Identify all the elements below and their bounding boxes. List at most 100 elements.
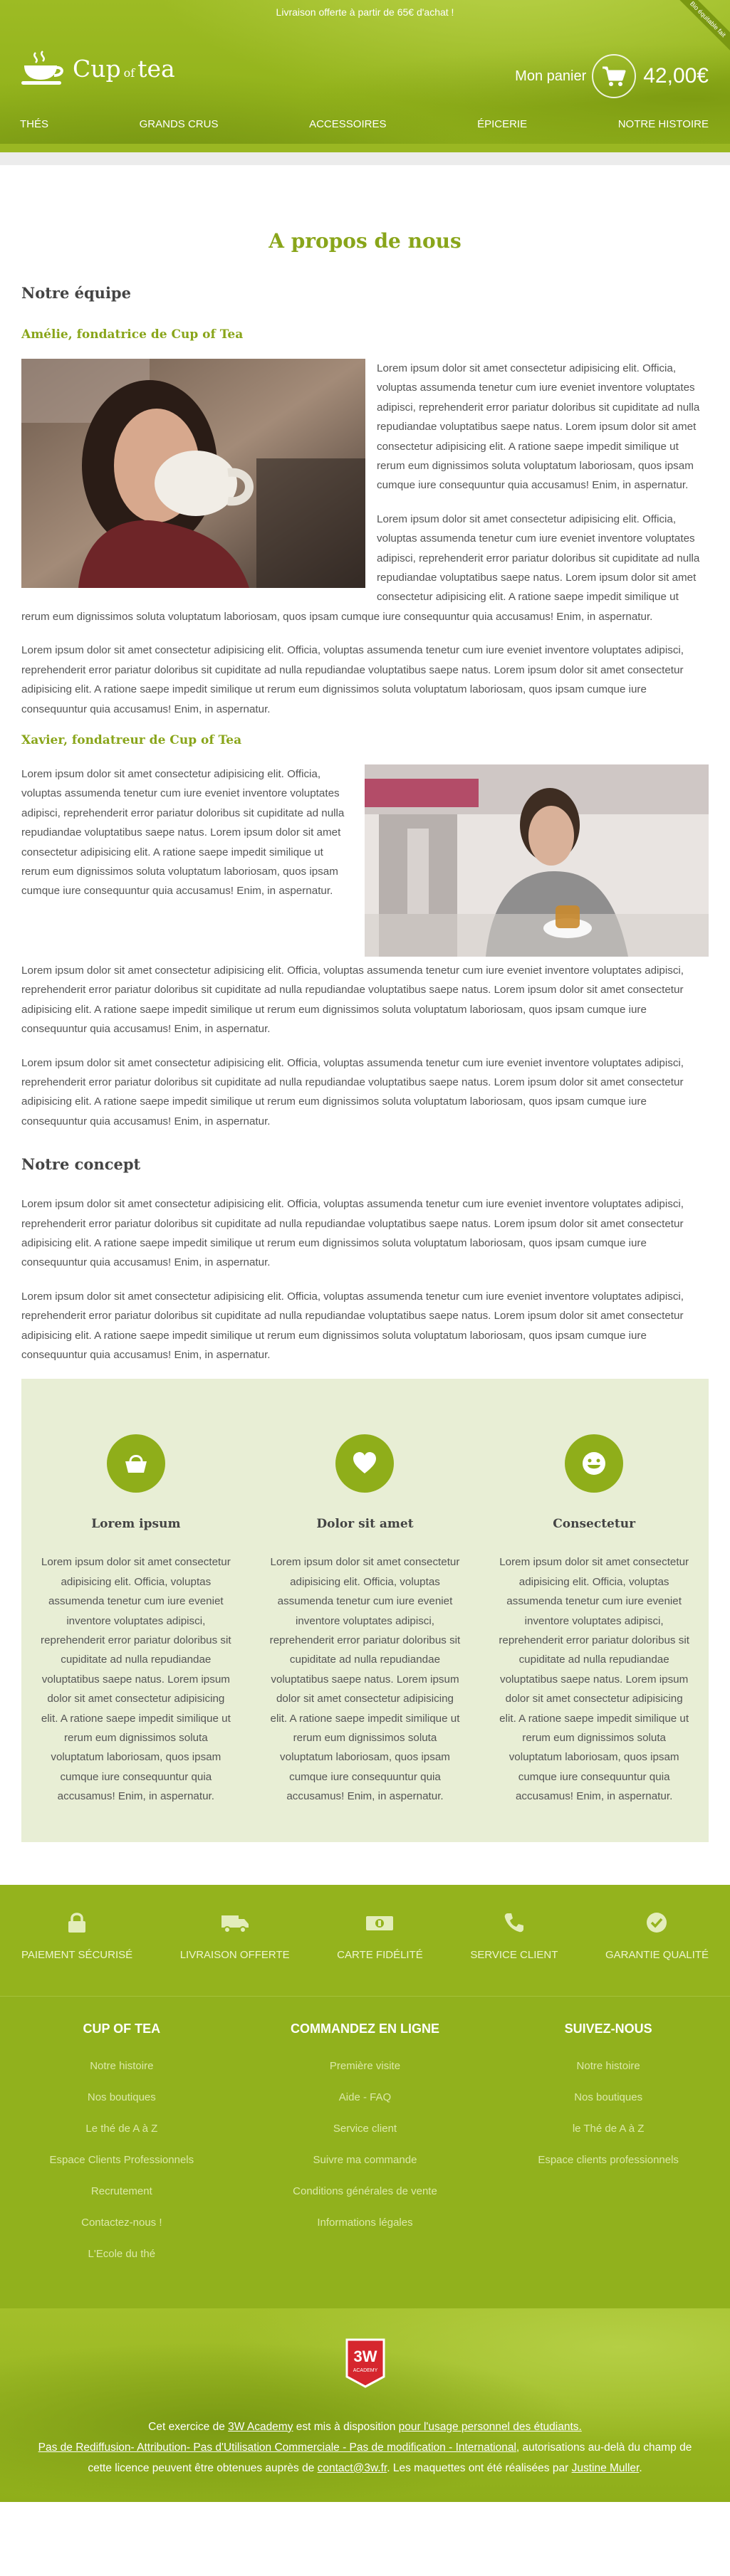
credits-link-usage[interactable]: pour l'usage personnel des étudiants. (399, 2421, 582, 2433)
lock-icon (68, 1912, 86, 1933)
footer-column-suivez-nous: SUIVEZ-NOUS Notre histoire Nos boutiques… (501, 2022, 715, 2308)
feature-title: Dolor sit amet (316, 1517, 414, 1532)
services-bar: PAIEMENT SÉCURISÉ LIVRAISON OFFERTE CART… (0, 1884, 730, 1996)
nav-item-thes[interactable]: THÉS (20, 118, 48, 140)
cart-amount: 42,00€ (643, 64, 709, 88)
feature-title: Consectetur (553, 1517, 636, 1532)
footer-link[interactable]: Notre histoire (501, 2059, 715, 2073)
badge-academy: ACADEMY (353, 2368, 377, 2373)
nav-item-accessoires[interactable]: ACCESSOIRES (309, 118, 386, 140)
promo-bar: Livraison offerte à partir de 65€ d'acha… (0, 0, 730, 24)
smiley-icon (565, 1434, 624, 1493)
footer-link[interactable]: Nos boutiques (15, 2091, 229, 2105)
footer-link[interactable]: Première visite (258, 2059, 471, 2073)
cart-label[interactable]: Mon panier (515, 68, 586, 85)
phone-icon (504, 1913, 523, 1932)
feature-title: Lorem ipsum (91, 1517, 181, 1532)
credits-text-1: Cet exercice de (148, 2420, 229, 2433)
footer-link[interactable]: le Thé de A à Z (501, 2122, 715, 2136)
footer-column-title: COMMANDEZ EN LIGNE (290, 2021, 439, 2036)
amelie-photo (21, 359, 365, 588)
credits-link-license[interactable]: Pas de Rediffusion- Attribution- Pas d'U… (38, 2441, 516, 2454)
feature-card: Lorem ipsum Lorem ipsum dolor sit amet c… (40, 1434, 232, 1806)
site-header: Livraison offerte à partir de 65€ d'acha… (0, 0, 730, 165)
footer-link[interactable]: Espace clients professionnels (501, 2153, 715, 2167)
footer-links: CUP OF TEA Notre histoire Nos boutiques … (0, 1995, 730, 2308)
card-icon (366, 1915, 394, 1930)
amelie-heading: Amélie, fondatrice de Cup of Tea (21, 327, 244, 342)
site-footer: PAIEMENT SÉCURISÉ LIVRAISON OFFERTE CART… (0, 1884, 730, 2502)
concept-heading: Notre concept (21, 1155, 141, 1174)
truck-icon (221, 1915, 249, 1933)
credits-text: Cet exercice de 3W Academy est mis à dis… (0, 2417, 730, 2478)
logo-word-of: of (123, 66, 135, 80)
nav-item-notre-histoire[interactable]: NOTRE HISTOIRE (618, 118, 709, 140)
footer-link[interactable]: Suivre ma commande (258, 2153, 471, 2167)
credits-text-4: . Les maquettes ont été réalisées par (387, 2461, 572, 2474)
xavier-heading: Xavier, fondatreur de Cup of Tea (21, 732, 242, 747)
badge-3w: 3W (353, 2348, 377, 2365)
feature-text: Lorem ipsum dolor sit amet consectetur a… (41, 1556, 231, 1803)
footer-link[interactable]: Notre histoire (15, 2059, 229, 2073)
footer-link[interactable]: Nos boutiques (501, 2091, 715, 2105)
footer-link[interactable]: Service client (258, 2122, 471, 2136)
feature-text: Lorem ipsum dolor sit amet consectetur a… (499, 1556, 689, 1803)
service-label: PAIEMENT SÉCURISÉ (21, 1948, 133, 1961)
service-item: SERVICE CLIENT (470, 1885, 558, 1996)
nav-item-epicerie[interactable]: ÉPICERIE (477, 118, 527, 140)
service-label: CARTE FIDÉLITÉ (337, 1948, 423, 1961)
brand-row: Cup of tea Mon panier 42,00€ (0, 24, 730, 102)
heart-icon (335, 1434, 395, 1493)
footer-link[interactable]: Espace Clients Professionnels (15, 2153, 229, 2167)
cart-icon (603, 66, 626, 86)
footer-link[interactable]: Le thé de A à Z (15, 2122, 229, 2136)
page-title: A propos de nous (268, 229, 462, 253)
feature-text: Lorem ipsum dolor sit amet consectetur a… (269, 1556, 461, 1803)
service-label: LIVRAISON OFFERTE (179, 1948, 290, 1961)
amelie-paragraph-3: Lorem ipsum dolor sit amet consectetur a… (21, 644, 684, 715)
footer-link[interactable]: Informations légales (258, 2216, 471, 2230)
footer-column-commandez: COMMANDEZ EN LIGNE Première visite Aide … (258, 2022, 471, 2308)
credits-link-email[interactable]: contact@3w.fr (318, 2462, 387, 2474)
xavier-paragraph-3: Lorem ipsum dolor sit amet consectetur a… (21, 1056, 684, 1127)
credits-text-5: . (639, 2461, 642, 2474)
footer-link[interactable]: Contactez-nous ! (15, 2216, 229, 2230)
service-label: GARANTIE QUALITÉ (605, 1948, 709, 1961)
credits-link-author[interactable]: Justine Muller (572, 2462, 640, 2474)
main-nav: THÉS GRANDS CRUS ACCESSOIRES ÉPICERIE NO… (0, 118, 730, 140)
xavier-photo (365, 764, 709, 957)
service-item: CARTE FIDÉLITÉ (337, 1885, 423, 1996)
concept-paragraph-1: Lorem ipsum dolor sit amet consectetur a… (21, 1198, 684, 1269)
feature-card: Dolor sit amet Lorem ipsum dolor sit ame… (268, 1434, 461, 1806)
footer-column-title: CUP OF TEA (83, 2021, 161, 2036)
footer-column-cup-of-tea: CUP OF TEA Notre histoire Nos boutiques … (15, 2022, 229, 2308)
credits-link-3w[interactable]: 3W Academy (228, 2421, 293, 2433)
team-heading: Notre équipe (21, 284, 131, 302)
3w-academy-badge[interactable]: 3W ACADEMY (345, 2338, 385, 2388)
logo-word-tea: tea (137, 55, 175, 83)
footer-link[interactable]: L'Ecole du thé (15, 2247, 229, 2261)
service-item: GARANTIE QUALITÉ (605, 1885, 709, 1996)
footer-column-title: SUIVEZ-NOUS (564, 2021, 652, 2036)
xavier-block: Lorem ipsum dolor sit amet consectetur a… (21, 764, 709, 961)
site-logo[interactable]: Cup of tea (20, 50, 175, 87)
concept-paragraph-2: Lorem ipsum dolor sit amet consectetur a… (21, 1290, 684, 1361)
amelie-block: Lorem ipsum dolor sit amet consectetur a… (21, 359, 709, 641)
main-content: A propos de nous Notre équipe Amélie, fo… (0, 229, 730, 1842)
promo-text: Livraison offerte à partir de 65€ d'acha… (276, 6, 454, 18)
xavier-paragraph-2: Lorem ipsum dolor sit amet consectetur a… (21, 964, 684, 1036)
header-divider (0, 144, 730, 165)
logo-word-cup: Cup (73, 55, 121, 83)
footer-link[interactable]: Conditions générales de vente (258, 2185, 471, 2199)
nav-item-grands-crus[interactable]: GRANDS CRUS (140, 118, 219, 140)
basket-icon (106, 1434, 165, 1493)
features-panel: Lorem ipsum Lorem ipsum dolor sit amet c… (21, 1379, 709, 1842)
teacup-icon (21, 51, 63, 85)
cart-button[interactable] (592, 54, 637, 98)
footer-link[interactable]: Recrutement (15, 2185, 229, 2199)
feature-card: Consectetur Lorem ipsum dolor sit amet c… (498, 1434, 690, 1806)
footer-link[interactable]: Aide - FAQ (258, 2091, 471, 2105)
credits-text-2: est mis à disposition (293, 2420, 399, 2433)
service-label: SERVICE CLIENT (470, 1948, 558, 1961)
check-icon (647, 1912, 667, 1933)
